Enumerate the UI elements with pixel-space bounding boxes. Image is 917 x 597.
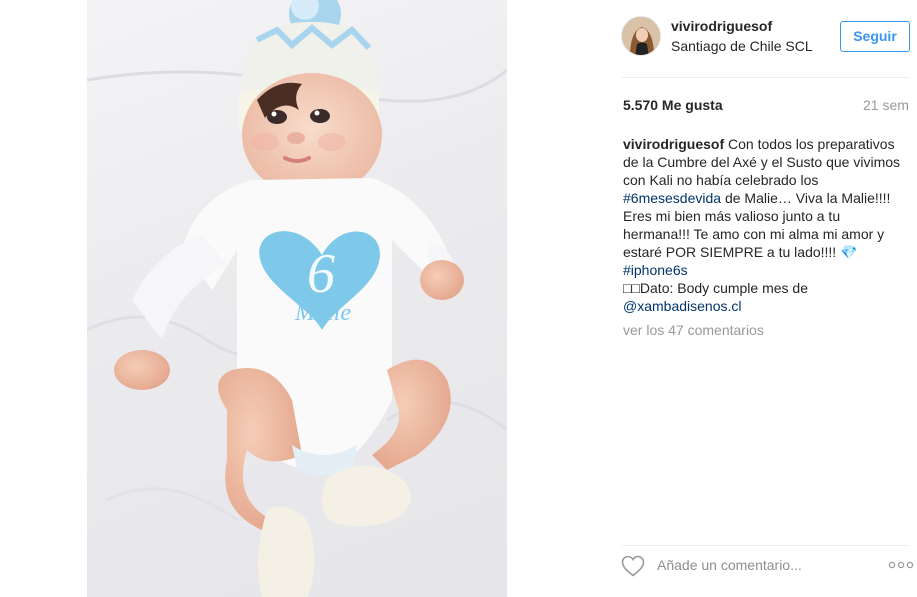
- caption-username[interactable]: vivirodriguesof: [623, 136, 724, 152]
- heart-outline-icon[interactable]: [621, 555, 645, 577]
- post-caption: vivirodriguesof Con todos los preparativ…: [623, 135, 908, 315]
- mention-xambadisenos[interactable]: @xambadisenos.cl: [623, 298, 742, 314]
- header-divider: [621, 77, 910, 78]
- post-header: vivirodriguesof Santiago de Chile SCL Se…: [507, 0, 917, 77]
- hashtag-iphone6s[interactable]: #iphone6s: [623, 262, 688, 278]
- ellipsis-icon[interactable]: [887, 555, 915, 575]
- likes-count[interactable]: 5.570 Me gusta: [623, 97, 723, 113]
- post-timestamp[interactable]: 21 sem: [863, 97, 909, 113]
- view-comments-link[interactable]: ver los 47 comentarios: [623, 322, 764, 338]
- avatar[interactable]: [621, 16, 661, 56]
- post-details-panel: vivirodriguesof Santiago de Chile SCL Se…: [507, 0, 917, 597]
- post-username[interactable]: vivirodriguesof: [671, 18, 772, 34]
- comment-bar: [621, 547, 917, 587]
- photo-illustration: 6 Malie: [87, 0, 507, 597]
- post-location[interactable]: Santiago de Chile SCL: [671, 38, 813, 54]
- avatar-image: [622, 17, 660, 55]
- hashtag-6mesesdevida[interactable]: #6mesesdevida: [623, 190, 721, 206]
- onesie-number: 6: [307, 243, 335, 305]
- follow-button[interactable]: Seguir: [840, 21, 910, 52]
- comment-input[interactable]: [657, 553, 867, 577]
- onesie-name: Malie: [294, 300, 351, 326]
- post-photo[interactable]: 6 Malie: [87, 0, 507, 597]
- footer-divider: [621, 545, 910, 546]
- caption-text-3: □□Dato: Body cumple mes de: [623, 280, 808, 296]
